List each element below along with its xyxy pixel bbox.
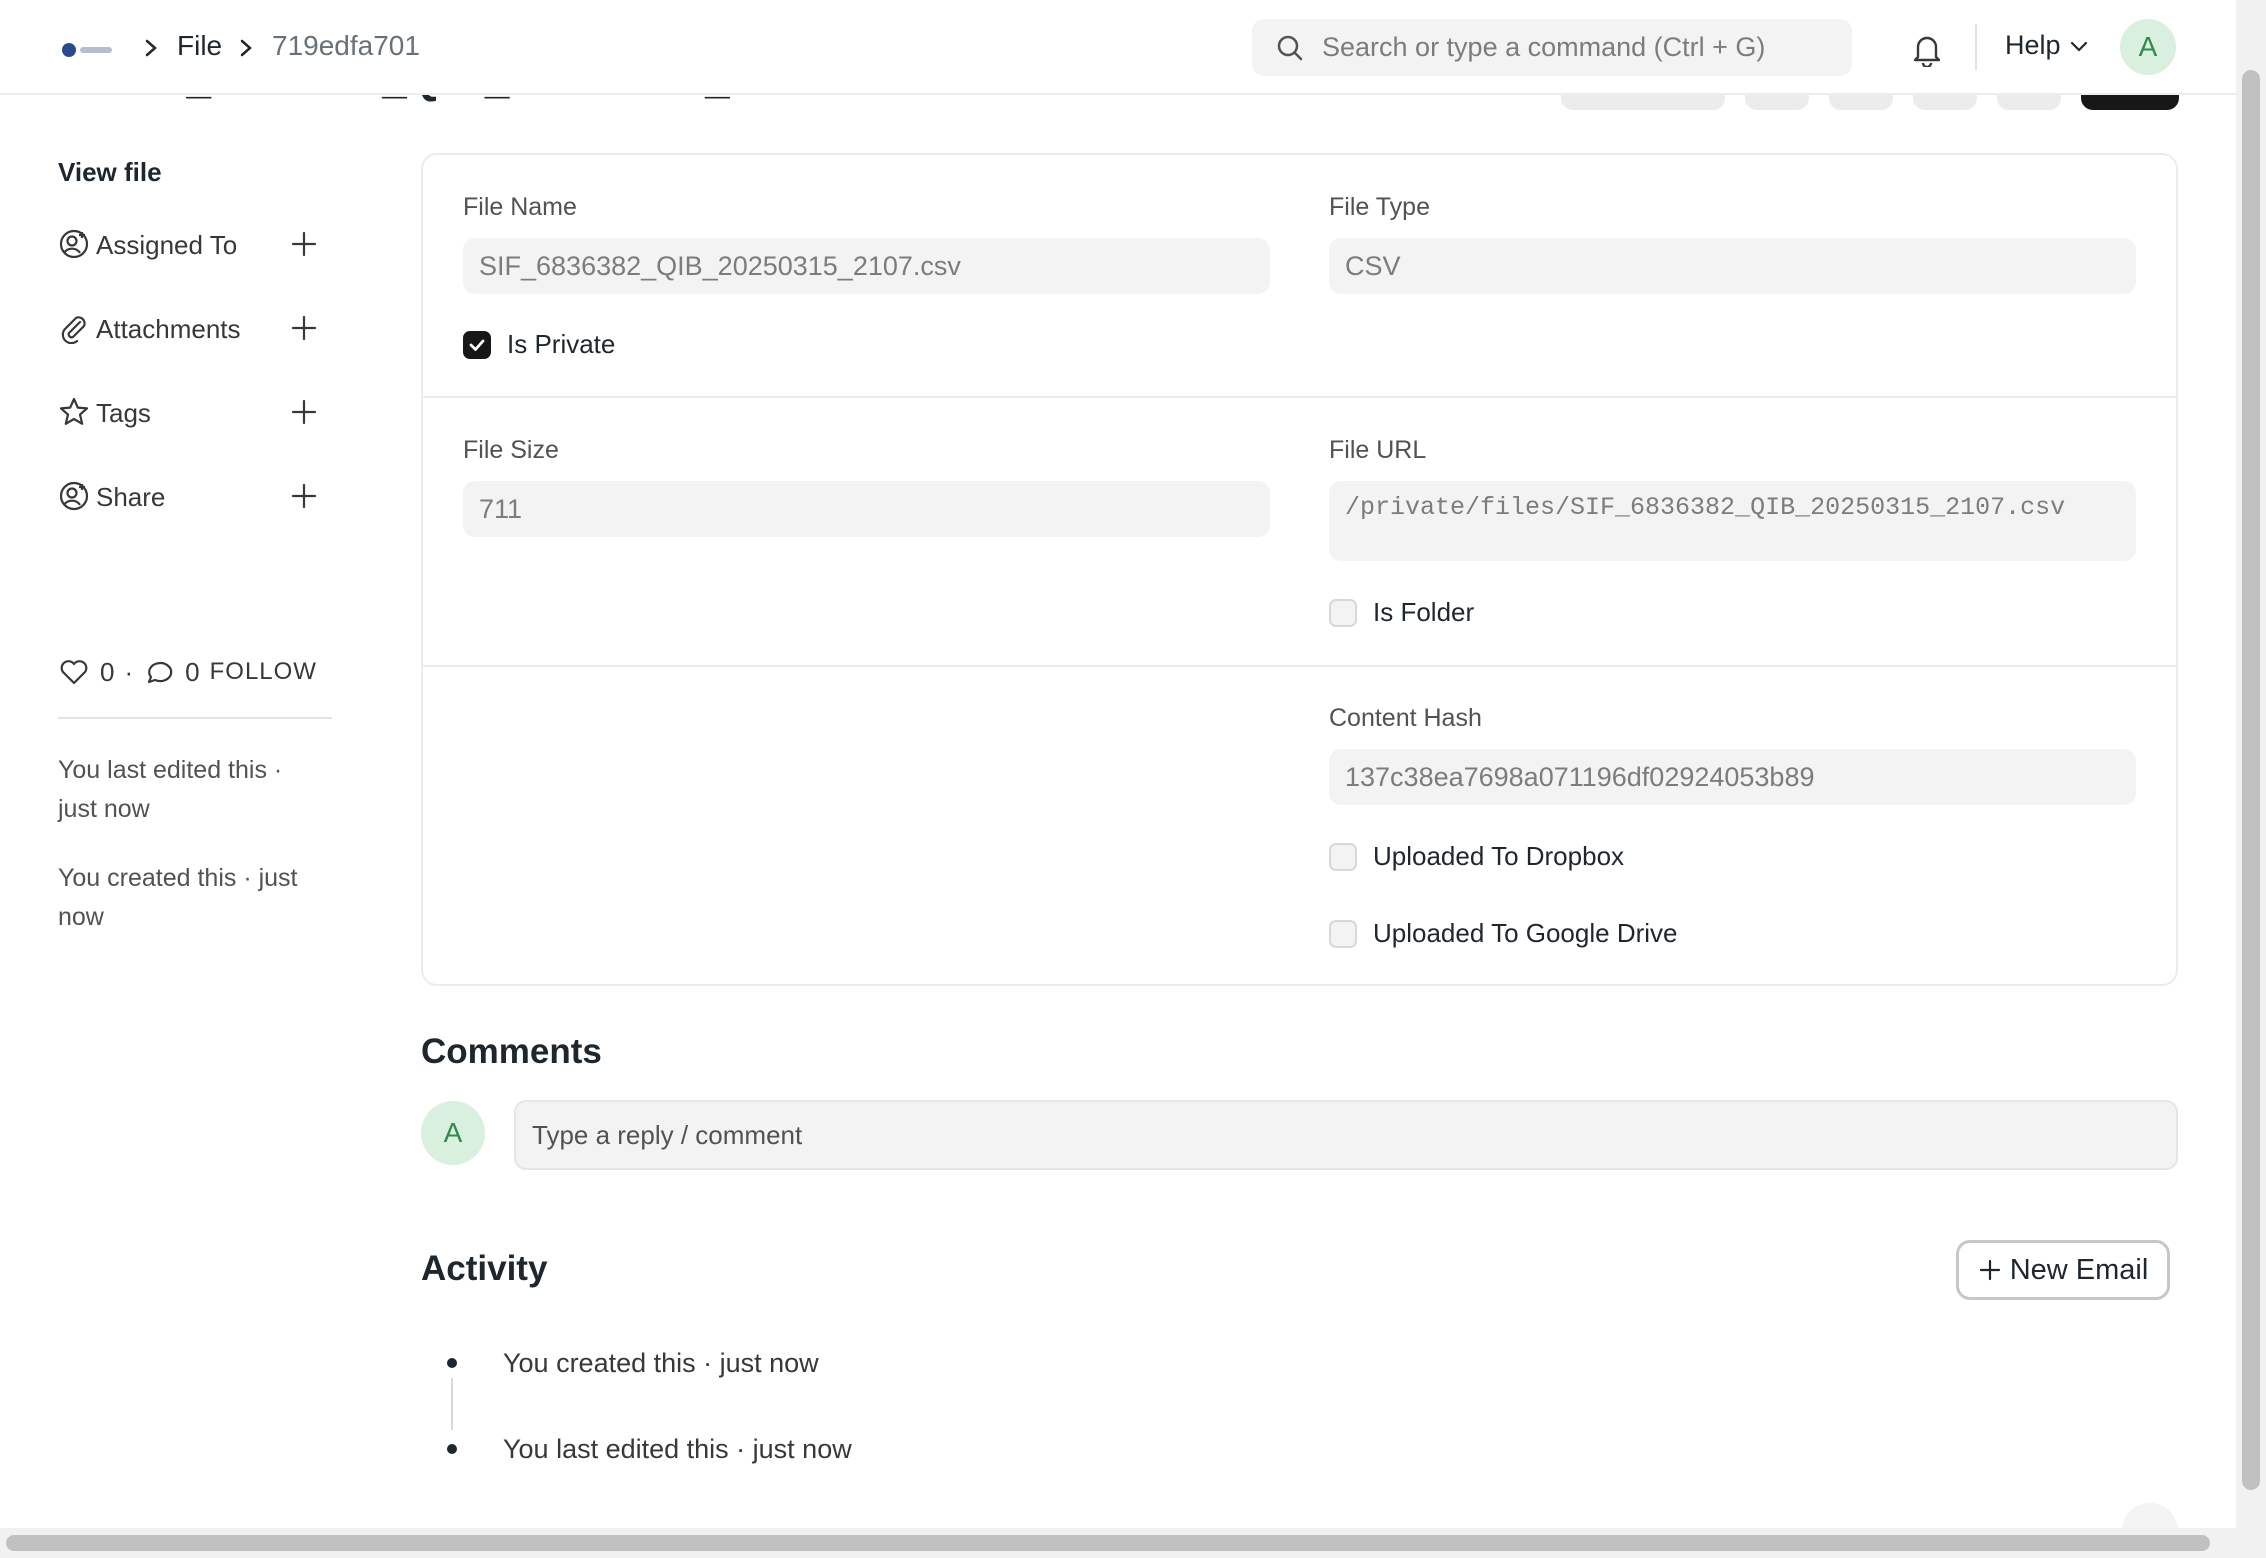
star-icon	[59, 397, 89, 425]
app-logo[interactable]	[62, 40, 114, 60]
content-hash-label: Content Hash	[1329, 704, 1482, 732]
comments-heading: Comments	[421, 1032, 602, 1071]
file-type-label: File Type	[1329, 193, 1430, 221]
plus-icon	[1979, 1259, 2000, 1281]
navbar-divider	[1975, 24, 1977, 70]
sidebar-item-attachments[interactable]: Attachments	[58, 306, 338, 350]
new-email-button[interactable]: New Email	[1956, 1240, 2170, 1300]
paperclip-icon	[61, 316, 86, 344]
assign-user-icon	[59, 229, 89, 259]
scroll-to-top-button[interactable]	[2122, 1503, 2178, 1531]
file-size-field[interactable]: 711	[463, 481, 1270, 537]
file-type-field[interactable]: CSV	[1329, 238, 2136, 294]
comment-icon[interactable]	[143, 656, 175, 688]
breadcrumb-file[interactable]: File	[177, 30, 222, 62]
section-divider	[421, 665, 2178, 667]
section-divider	[421, 396, 2178, 398]
add-tag-icon[interactable]	[288, 396, 320, 428]
file-url-label: File URL	[1329, 436, 1427, 464]
activity-heading: Activity	[421, 1249, 548, 1288]
timeline-line	[451, 1378, 453, 1430]
vertical-scrollbar-thumb[interactable]	[2242, 70, 2260, 1490]
like-count: 0	[100, 656, 115, 687]
uploaded-to-google-drive-label: Uploaded To Google Drive	[1373, 918, 1678, 948]
timeline-dot	[447, 1358, 457, 1368]
is-folder-checkbox[interactable]: Is Folder	[1329, 597, 1474, 628]
comment-avatar: A	[421, 1101, 485, 1165]
file-size-label: File Size	[463, 436, 559, 464]
sidebar-divider	[58, 717, 332, 719]
checkbox-unchecked[interactable]	[1329, 919, 1357, 948]
follow-button[interactable]: FOLLOW	[210, 658, 317, 686]
separator-dot: ·	[124, 656, 134, 687]
uploaded-to-google-drive-checkbox[interactable]: Uploaded To Google Drive	[1329, 918, 1677, 949]
help-label: Help	[2005, 30, 2061, 60]
notification-bell-icon[interactable]	[1910, 31, 1944, 69]
file-name-field[interactable]: SIF_6836382_QIB_20250315_2107.csv	[463, 238, 1270, 294]
horizontal-scrollbar-thumb[interactable]	[6, 1535, 2210, 1551]
add-attachment-icon[interactable]	[288, 312, 320, 344]
timeline-dot	[447, 1444, 457, 1454]
comment-count: 0	[185, 656, 200, 687]
add-assignee-icon[interactable]	[288, 228, 320, 260]
chevron-down-icon	[2070, 41, 2087, 52]
search-input[interactable]	[1322, 32, 1822, 63]
heart-icon[interactable]	[58, 656, 90, 688]
last-edited-note: You last edited this · just now	[58, 756, 283, 823]
new-email-label: New Email	[2009, 1253, 2149, 1286]
search-icon	[1277, 35, 1303, 60]
activity-item: You last edited this · just now	[503, 1434, 852, 1464]
sidebar-item-tags[interactable]: Tags	[58, 390, 338, 434]
file-form-page: SIF_6836382_QIB_20250315_2107.csv File 7…	[0, 0, 2266, 1558]
created-note: You created this · just now	[58, 864, 298, 931]
content-hash-field[interactable]: 137c38ea7698a071196df02924053b89	[1329, 749, 2136, 805]
check-icon	[469, 339, 485, 351]
help-dropdown[interactable]: Help	[2005, 30, 2089, 61]
checkbox-unchecked[interactable]	[1329, 598, 1357, 627]
sidebar-item-label: Share	[96, 482, 166, 512]
user-avatar[interactable]: A	[2120, 19, 2176, 75]
add-share-icon[interactable]	[288, 480, 320, 512]
sidebar-item-assigned-to[interactable]: Assigned To	[58, 222, 338, 266]
sidebar-item-label: Assigned To	[96, 230, 238, 260]
comment-input[interactable]: Type a reply / comment	[514, 1100, 2178, 1170]
is-private-label: Is Private	[507, 329, 616, 359]
sidebar-item-share[interactable]: Share	[58, 474, 338, 518]
checkbox-unchecked[interactable]	[1329, 842, 1357, 871]
share-user-icon	[59, 481, 89, 511]
is-private-checkbox[interactable]: Is Private	[463, 329, 615, 360]
chevron-right-icon	[235, 33, 257, 63]
sidebar-item-label: Tags	[96, 398, 151, 428]
file-url-field[interactable]: /private/files/SIF_6836382_QIB_20250315_…	[1329, 481, 2136, 561]
activity-item: You created this · just now	[503, 1348, 819, 1378]
like-comment-follow-row: 0 · 0 FOLLOW	[58, 652, 317, 692]
checkbox-checked[interactable]	[463, 330, 491, 359]
chevron-right-icon	[140, 33, 162, 63]
navbar: File 719edfa701 Help A	[0, 0, 2236, 95]
sidebar-title: View file	[58, 157, 162, 187]
uploaded-to-dropbox-label: Uploaded To Dropbox	[1373, 841, 1625, 871]
search-bar[interactable]	[1252, 19, 1852, 76]
is-folder-label: Is Folder	[1373, 597, 1475, 627]
file-name-label: File Name	[463, 193, 577, 221]
breadcrumb-doc[interactable]: 719edfa701	[272, 30, 420, 62]
uploaded-to-dropbox-checkbox[interactable]: Uploaded To Dropbox	[1329, 841, 1624, 872]
sidebar-item-label: Attachments	[96, 314, 241, 344]
